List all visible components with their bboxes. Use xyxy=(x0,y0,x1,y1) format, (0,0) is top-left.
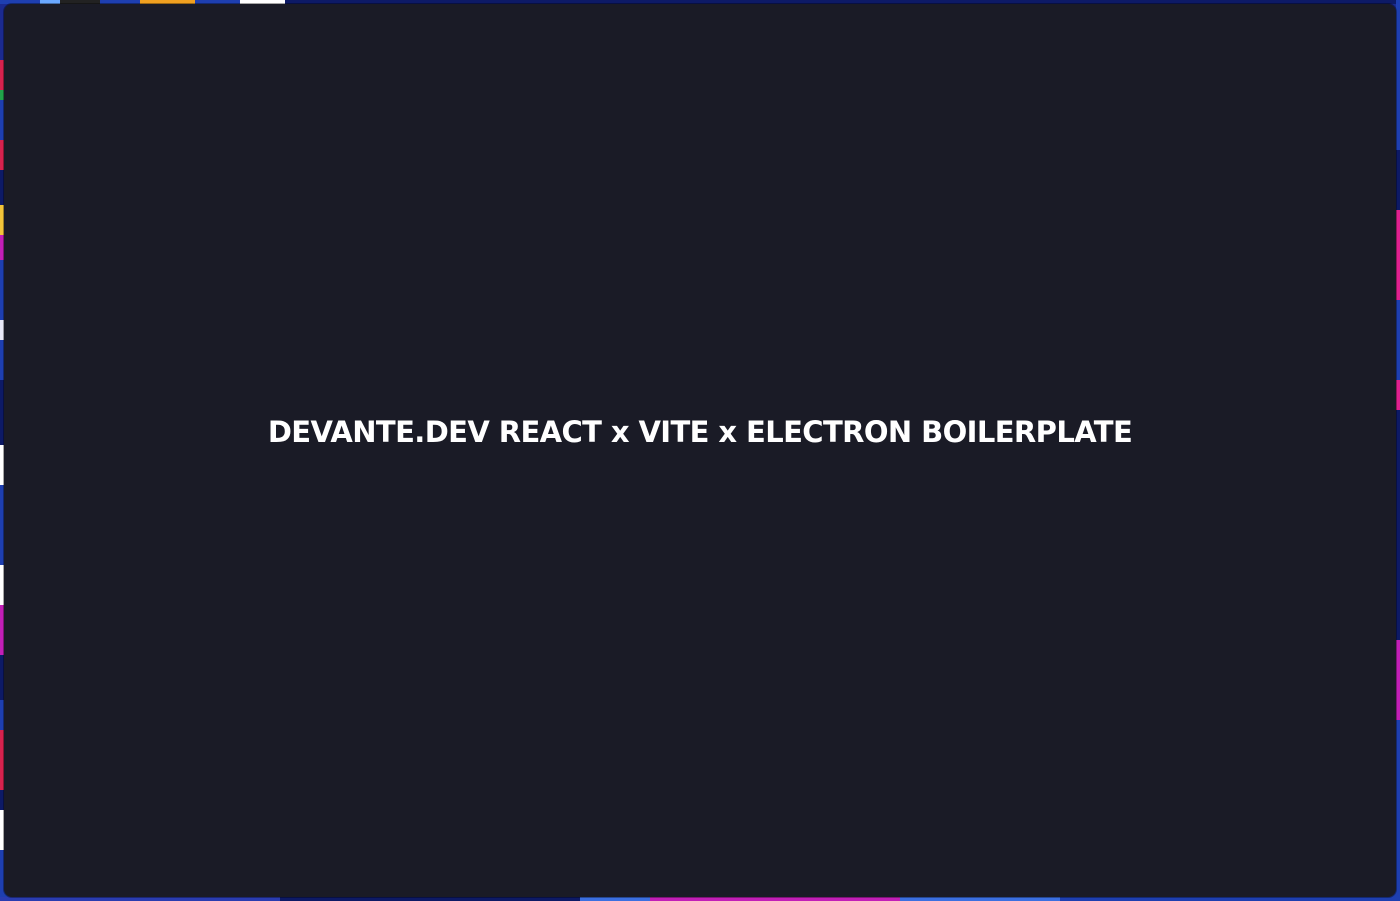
app-title: DEVANTE.DEV REACT x VITE x ELECTRON BOIL… xyxy=(267,415,1133,449)
desktop-wallpaper-right-edge xyxy=(1396,0,1400,901)
desktop-wallpaper-bottom-edge xyxy=(0,897,1400,901)
app-window: DEVANTE.DEV REACT x VITE x ELECTRON BOIL… xyxy=(4,4,1396,897)
